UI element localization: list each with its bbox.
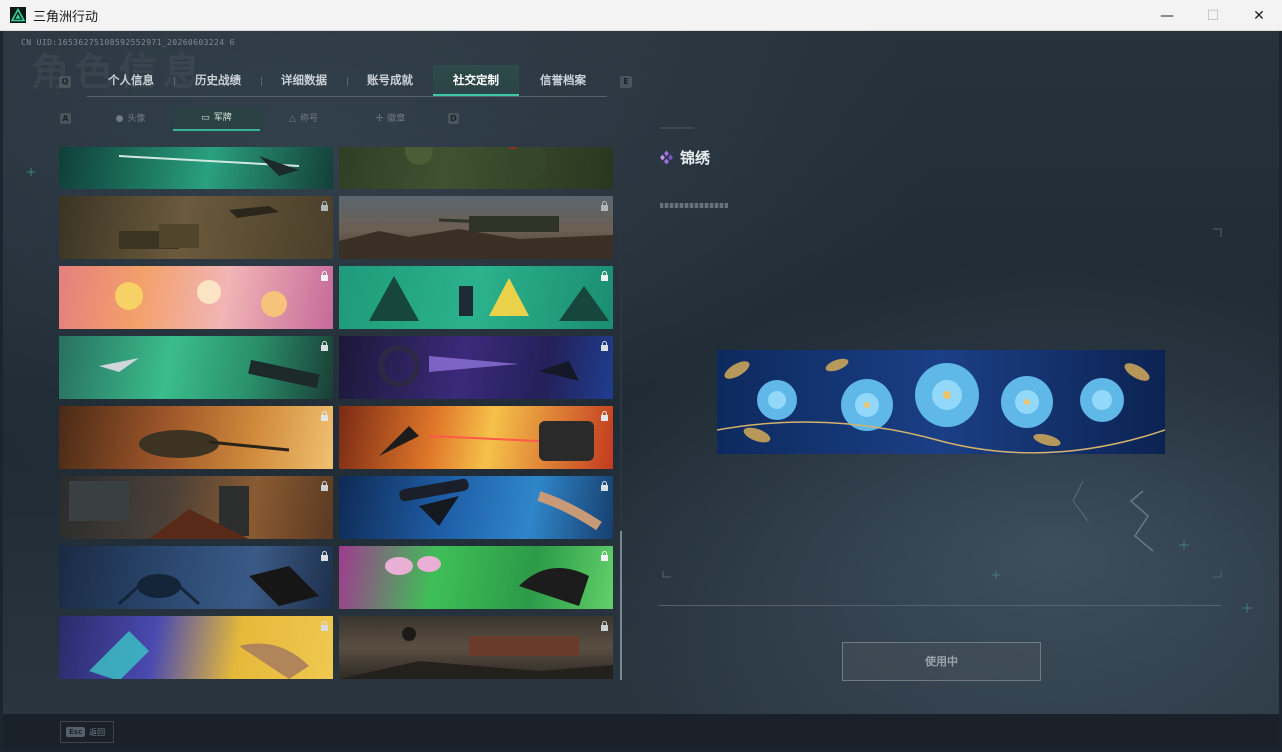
dogtag-card[interactable] — [59, 336, 333, 399]
dogtag-grid — [59, 147, 615, 680]
decor-line — [660, 127, 694, 129]
lock-icon — [600, 411, 609, 421]
subtab-avatar-label: 头像 — [127, 114, 146, 124]
in-use-button[interactable]: 使用中 — [842, 642, 1041, 681]
back-button[interactable]: Esc 返回 — [60, 721, 114, 743]
esc-key-label: Esc — [66, 727, 86, 737]
item-name: 锦绣 — [680, 149, 711, 167]
dogtag-card[interactable] — [339, 266, 613, 329]
dogtag-card[interactable] — [339, 336, 613, 399]
subtab-title-label: 称号 — [299, 114, 318, 124]
lock-icon — [320, 551, 329, 561]
subtab-medal[interactable]: ✢ 徽章 — [347, 107, 434, 131]
back-label: 返回 — [89, 727, 106, 737]
lock-icon — [600, 341, 609, 351]
tab-personal-info[interactable]: 个人信息 — [87, 65, 175, 96]
lock-icon — [600, 551, 609, 561]
lock-icon — [600, 621, 609, 631]
maximize-button[interactable]: ☐ — [1190, 0, 1236, 31]
tab-detailed-stats[interactable]: 详细数据 — [261, 65, 347, 96]
dogtag-card[interactable] — [59, 546, 333, 609]
dogtag-card[interactable] — [339, 616, 613, 679]
dogtag-card[interactable] — [339, 406, 613, 469]
subtab-next-key[interactable]: D — [448, 113, 459, 124]
medal-icon: ✢ — [375, 114, 384, 124]
main-tabs: 个人信息 历史战绩 详细数据 账号成就 社交定制 信誉档案 — [87, 65, 607, 97]
dogtag-card[interactable] — [59, 616, 333, 679]
lock-icon — [320, 201, 329, 211]
dogtag-card[interactable] — [339, 546, 613, 609]
rarity-diamond-icon — [660, 150, 673, 165]
lock-icon — [320, 411, 329, 421]
dogtag-card[interactable] — [339, 476, 613, 539]
subtab-dogtag-label: 军牌 — [213, 113, 232, 123]
tab-achievements[interactable]: 账号成就 — [347, 65, 433, 96]
tab-next-key[interactable]: E — [620, 76, 632, 88]
grid-scrollbar-thumb[interactable] — [620, 531, 622, 680]
tab-prev-key[interactable]: Q — [59, 76, 71, 88]
close-button[interactable]: ✕ — [1236, 0, 1282, 31]
tag-icon: ▭ — [201, 113, 210, 123]
item-header: 锦绣 — [659, 147, 710, 168]
badge-icon: △ — [289, 114, 296, 124]
lock-icon — [600, 201, 609, 211]
lock-icon — [320, 341, 329, 351]
tab-match-history[interactable]: 历史战绩 — [175, 65, 261, 96]
lock-icon — [320, 481, 329, 491]
divider — [659, 605, 1221, 606]
window-title: 三角洲行动 — [33, 9, 99, 25]
dogtag-card[interactable] — [339, 196, 613, 259]
game-viewport: 角色信息 CN UID:16536275108592552971_2026060… — [3, 31, 1279, 749]
dogtag-card[interactable] — [339, 147, 613, 189]
subtab-dogtag[interactable]: ▭ 军牌 — [173, 107, 260, 131]
lock-icon — [600, 271, 609, 281]
app-logo-icon — [10, 7, 26, 23]
dogtag-card[interactable] — [59, 476, 333, 539]
item-subtitle — [660, 203, 728, 208]
lock-icon — [320, 271, 329, 281]
subtab-avatar[interactable]: ● 头像 — [87, 107, 174, 131]
dogtag-preview — [717, 350, 1165, 454]
tab-social-custom[interactable]: 社交定制 — [433, 65, 519, 96]
tab-credit-record[interactable]: 信誉档案 — [519, 65, 607, 96]
lock-icon — [320, 621, 329, 631]
subtab-title[interactable]: △ 称号 — [260, 107, 347, 131]
window-titlebar: 三角洲行动 — ☐ ✕ — [0, 0, 1282, 31]
dogtag-card[interactable] — [59, 406, 333, 469]
dogtag-card[interactable] — [59, 266, 333, 329]
minimize-button[interactable]: — — [1144, 0, 1190, 31]
dogtag-card[interactable] — [59, 147, 333, 189]
person-icon: ● — [115, 114, 124, 124]
lock-icon — [600, 481, 609, 491]
subtab-medal-label: 徽章 — [387, 114, 406, 124]
dogtag-card[interactable] — [59, 196, 333, 259]
subtab-prev-key[interactable]: A — [60, 113, 71, 124]
